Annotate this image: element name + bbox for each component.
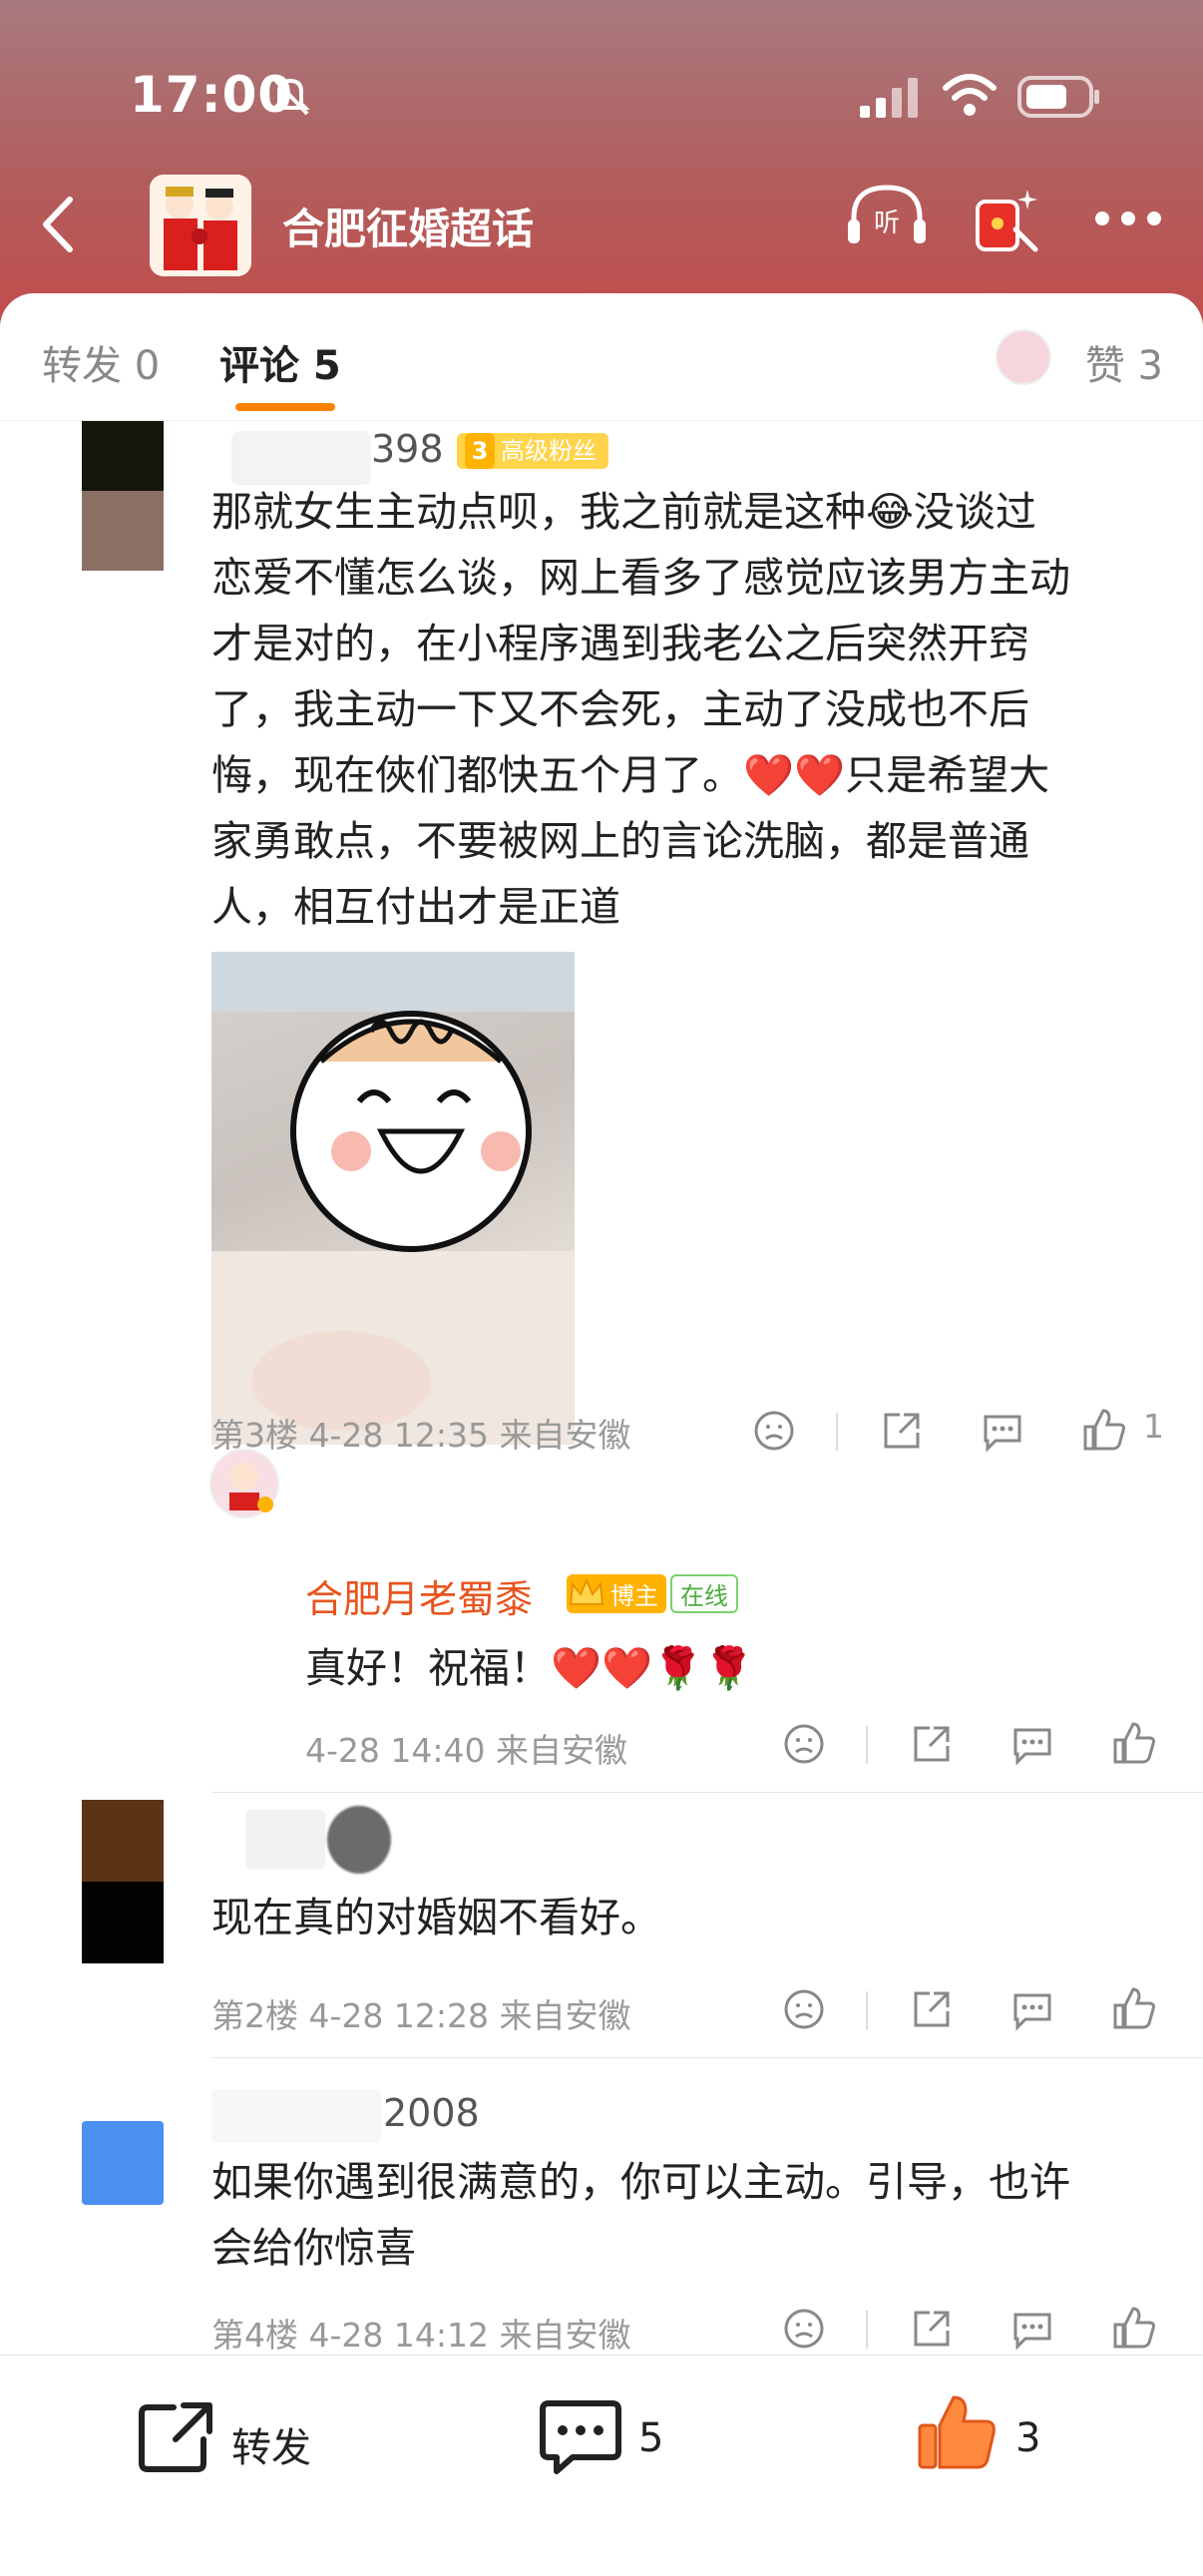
divider-line bbox=[866, 1991, 868, 2029]
bottom-action-bar: 转发 5 3 bbox=[0, 2355, 1203, 2576]
repost-icon[interactable] bbox=[138, 2399, 217, 2475]
avatar[interactable] bbox=[82, 421, 164, 571]
fan-level-number: 3 bbox=[465, 433, 495, 469]
blurred-username bbox=[245, 1810, 325, 1870]
comment-meta: 第3楼 4-28 12:35 来自安徽 bbox=[211, 1416, 631, 1455]
tab-repost[interactable]: 转发 0 bbox=[42, 333, 160, 391]
listen-icon[interactable]: 听 bbox=[846, 182, 928, 255]
reply-icon[interactable] bbox=[980, 1409, 1025, 1453]
share-icon[interactable] bbox=[880, 1409, 924, 1453]
share-icon[interactable] bbox=[910, 1722, 954, 1766]
liker-avatar[interactable] bbox=[996, 329, 1051, 385]
comment-author[interactable]: 398 bbox=[371, 427, 444, 471]
nav-row: 合肥征婚超话 听 bbox=[0, 170, 1203, 279]
repost-label[interactable]: 转发 bbox=[231, 2415, 311, 2473]
more-options-icon[interactable] bbox=[1093, 210, 1163, 227]
dislike-icon[interactable] bbox=[782, 1722, 826, 1766]
comments-card: 转发 0 评论 5 赞 3 398 3 高级粉丝 那就女生主动点呗，我之前就是这… bbox=[0, 293, 1203, 2576]
wifi-icon bbox=[943, 74, 997, 116]
baby-sticker-icon bbox=[211, 952, 575, 1445]
comment-author[interactable]: 2008 bbox=[383, 2091, 480, 2135]
comment-divider bbox=[211, 1792, 1203, 1793]
topic-title[interactable]: 合肥征婚超话 bbox=[282, 196, 534, 256]
status-bar: 17:00 bbox=[0, 60, 1203, 130]
red-packet-icon[interactable] bbox=[970, 184, 1041, 259]
comment-text: 那就女生主动点呗，我之前就是这种😂没谈过 恋爱不懂怎么谈，网上看多了感觉应该男方… bbox=[211, 488, 1070, 931]
comment-item: 398 3 高级粉丝 那就女生主动点呗，我之前就是这种😂没谈过 恋爱不懂怎么谈，… bbox=[0, 421, 1203, 1518]
avatar[interactable] bbox=[82, 2121, 164, 2205]
dislike-icon[interactable] bbox=[752, 1409, 796, 1453]
tab-likes[interactable]: 赞 3 bbox=[1085, 333, 1163, 391]
like-icon[interactable] bbox=[1111, 1985, 1157, 2031]
divider-line bbox=[836, 1413, 838, 1451]
liked-thumb-icon[interactable] bbox=[916, 2393, 1000, 2473]
like-count[interactable]: 3 bbox=[1015, 2415, 1040, 2461]
comment-image[interactable] bbox=[211, 952, 575, 1445]
comment-count[interactable]: 5 bbox=[638, 2415, 663, 2461]
reply-icon[interactable] bbox=[1009, 1987, 1055, 2031]
reply-avatar[interactable] bbox=[209, 1449, 279, 1518]
tab-comment[interactable]: 评论 5 bbox=[219, 333, 341, 391]
comment-text: 如果你遇到很满意的，你可以主动。引导，也许 会给你惊喜 bbox=[211, 2158, 1070, 2272]
comment-meta: 第2楼 4-28 12:28 来自安徽 bbox=[211, 1996, 631, 2035]
battery-icon bbox=[1017, 76, 1099, 118]
blurred-username bbox=[327, 1806, 391, 1874]
couple-illustration-icon bbox=[150, 175, 251, 276]
divider-line bbox=[866, 1726, 868, 1764]
dislike-icon[interactable] bbox=[782, 2307, 826, 2351]
share-icon[interactable] bbox=[910, 2307, 954, 2351]
reply-icon[interactable] bbox=[1009, 1722, 1055, 1766]
reply-meta: 4-28 14:40 来自安徽 bbox=[305, 1731, 627, 1770]
blurred-username-prefix bbox=[211, 2089, 381, 2143]
reply-author[interactable]: 合肥月老蜀黍 bbox=[305, 1568, 533, 1623]
comment-text: 现在真的对婚姻不看好。 bbox=[211, 1894, 661, 1941]
like-icon[interactable] bbox=[1111, 1720, 1157, 1766]
like-count: 1 bbox=[1143, 1407, 1164, 1446]
back-icon[interactable] bbox=[30, 190, 90, 259]
like-icon[interactable] bbox=[1081, 1407, 1127, 1453]
comment-meta: 第4楼 4-28 14:12 来自安徽 bbox=[211, 2316, 631, 2355]
tab-bar: 转发 0 评论 5 赞 3 bbox=[0, 293, 1203, 421]
comment-icon[interactable] bbox=[539, 2397, 622, 2477]
active-tab-indicator bbox=[235, 403, 335, 411]
online-badge: 在线 bbox=[670, 1574, 738, 1613]
crown-icon bbox=[569, 1578, 604, 1605]
blurred-username-prefix bbox=[231, 431, 371, 485]
share-icon[interactable] bbox=[910, 1987, 954, 2031]
topic-avatar[interactable] bbox=[150, 175, 251, 276]
top-header: 17:00 合肥征婚超话 听 bbox=[0, 0, 1203, 329]
fan-level-badge: 3 高级粉丝 bbox=[457, 433, 608, 469]
matchmaker-avatar-icon bbox=[229, 1463, 273, 1512]
divider-line bbox=[866, 2311, 868, 2349]
mute-bell-icon bbox=[270, 76, 310, 116]
signal-icon bbox=[860, 78, 918, 118]
comment-divider bbox=[211, 2057, 1203, 2058]
reply-icon[interactable] bbox=[1009, 2307, 1055, 2351]
dislike-icon[interactable] bbox=[782, 1987, 826, 2031]
reply-text: 真好！祝福！❤️❤️🌹🌹 bbox=[305, 1644, 755, 1692]
fan-badge-label: 高级粉丝 bbox=[501, 437, 597, 465]
like-icon[interactable] bbox=[1111, 2305, 1157, 2351]
svg-text:听: 听 bbox=[874, 209, 900, 238]
avatar[interactable] bbox=[82, 1800, 164, 1963]
